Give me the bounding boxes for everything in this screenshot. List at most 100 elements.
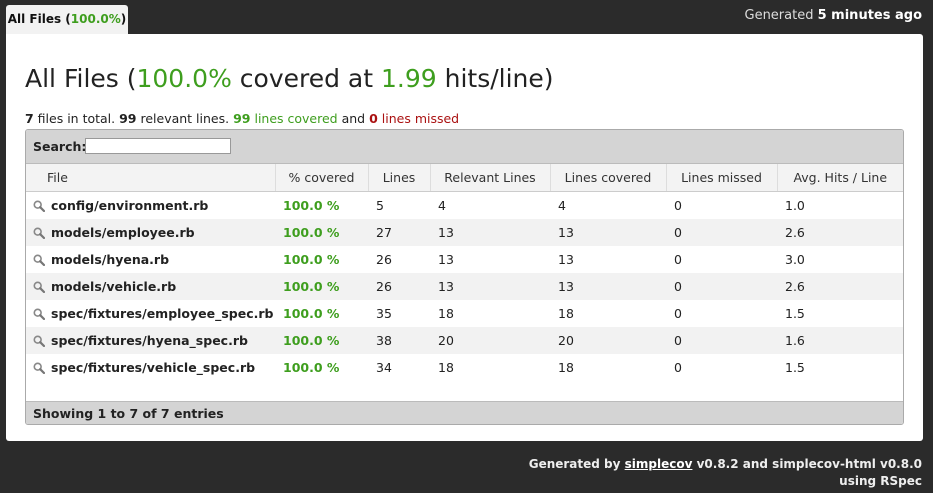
lines-cell: 26 [368, 246, 430, 273]
magnifier-icon[interactable] [33, 200, 46, 213]
file-link[interactable]: config/environment.rb [51, 198, 208, 213]
relevant-lines-cell: 18 [430, 300, 550, 327]
lines-missed-cell: 0 [666, 246, 777, 273]
lines-cell: 35 [368, 300, 430, 327]
file-cell: models/employee.rb [26, 219, 275, 246]
tab-percent: 100.0% [70, 12, 121, 26]
summary-missed: 0 [369, 111, 378, 126]
lines-covered-cell: 20 [550, 327, 666, 354]
table-row: models/vehicle.rb 100.0 % 26 13 13 0 2.6 [26, 273, 903, 300]
table-row: models/employee.rb 100.0 % 27 13 13 0 2.6 [26, 219, 903, 246]
credits-suffix: v0.8.2 and simplecov-html v0.8.0 [692, 457, 922, 471]
magnifier-icon[interactable] [33, 362, 46, 375]
lines-covered-cell: 18 [550, 354, 666, 381]
lines-covered-cell: 13 [550, 246, 666, 273]
magnifier-icon[interactable] [33, 254, 46, 267]
file-list-table: Search: File % covered Lines Relevant Li… [25, 129, 904, 425]
file-cell: spec/fixtures/vehicle_spec.rb [26, 354, 275, 381]
summary-covered: 99 [233, 111, 251, 126]
file-link[interactable]: models/employee.rb [51, 225, 195, 240]
avg-hits-cell: 3.0 [777, 246, 903, 273]
coverage-table: File % covered Lines Relevant Lines Line… [26, 164, 903, 381]
lines-missed-cell: 0 [666, 219, 777, 246]
relevant-lines-cell: 13 [430, 273, 550, 300]
simplecov-link[interactable]: simplecov [625, 457, 693, 471]
percent-covered-cell: 100.0 % [275, 300, 368, 327]
percent-covered-cell: 100.0 % [275, 273, 368, 300]
lines-cell: 38 [368, 327, 430, 354]
table-row: spec/fixtures/employee_spec.rb 100.0 % 35 1… [26, 300, 903, 327]
credits-line2: using RSpec [839, 474, 922, 488]
lines-covered-cell: 18 [550, 300, 666, 327]
summary-files-text: files in total. [33, 111, 120, 126]
avg-hits-cell: 2.6 [777, 219, 903, 246]
avg-hits-cell: 1.6 [777, 327, 903, 354]
table-row: models/hyena.rb 100.0 % 26 13 13 0 3.0 [26, 246, 903, 273]
file-link[interactable]: spec/fixtures/employee_spec.rb [51, 306, 274, 321]
lines-missed-cell: 0 [666, 300, 777, 327]
column-header-file[interactable]: File [26, 164, 276, 192]
file-cell: config/environment.rb [26, 191, 275, 219]
lines-covered-cell: 13 [550, 219, 666, 246]
title-suffix: hits/line) [436, 64, 554, 93]
avg-hits-cell: 1.5 [777, 300, 903, 327]
percent-covered-cell: 100.0 % [275, 246, 368, 273]
column-header-lines-covered[interactable]: Lines covered [550, 164, 667, 192]
relevant-lines-cell: 18 [430, 354, 550, 381]
file-cell: spec/fixtures/employee_spec.rb [26, 300, 275, 327]
main-panel: All Files (100.0% covered at 1.99 hits/l… [6, 34, 923, 441]
summary-relevant: 99 [119, 111, 137, 126]
table-row: config/environment.rb 100.0 % 5 4 4 0 1.0 [26, 191, 903, 219]
lines-missed-cell: 0 [666, 273, 777, 300]
avg-hits-cell: 2.6 [777, 273, 903, 300]
summary-relevant-text: relevant lines. [136, 111, 234, 126]
top-bar: All Files (100.0%) Generated 5 minutes a… [0, 0, 933, 34]
page-title: All Files (100.0% covered at 1.99 hits/l… [25, 64, 554, 93]
title-hits: 1.99 [381, 64, 437, 93]
lines-missed-cell: 0 [666, 327, 777, 354]
credits-prefix: Generated by [528, 457, 625, 471]
percent-covered-cell: 100.0 % [275, 191, 368, 219]
title-middle: covered at [231, 64, 381, 93]
generated-time: Generated 5 minutes ago [745, 8, 923, 23]
lines-cell: 27 [368, 219, 430, 246]
column-header-lines-missed[interactable]: Lines missed [666, 164, 778, 192]
magnifier-icon[interactable] [33, 308, 46, 321]
summary-covered-text: lines covered [250, 111, 338, 126]
tab-label: All Files [7, 12, 62, 26]
coverage-summary: 7 files in total. 99 relevant lines. 99 … [25, 111, 459, 126]
relevant-lines-cell: 20 [430, 327, 550, 354]
avg-hits-cell: 1.0 [777, 191, 903, 219]
generated-prefix: Generated [744, 8, 814, 23]
magnifier-icon[interactable] [33, 281, 46, 294]
column-header-avg-hits[interactable]: Avg. Hits / Line [777, 164, 903, 192]
credits: Generated by simplecov v0.8.2 and simple… [529, 456, 922, 490]
search-input[interactable] [85, 138, 231, 154]
file-link[interactable]: models/hyena.rb [51, 252, 169, 267]
file-cell: models/hyena.rb [26, 246, 275, 273]
percent-covered-cell: 100.0 % [275, 327, 368, 354]
table-header-row: File % covered Lines Relevant Lines Line… [26, 164, 903, 192]
table-info: Showing 1 to 7 of 7 entries [26, 401, 903, 424]
column-header-lines[interactable]: Lines [368, 164, 431, 192]
percent-covered-cell: 100.0 % [275, 354, 368, 381]
lines-cell: 26 [368, 273, 430, 300]
file-link[interactable]: spec/fixtures/hyena_spec.rb [51, 333, 248, 348]
magnifier-icon[interactable] [33, 335, 46, 348]
magnifier-icon[interactable] [33, 227, 46, 240]
lines-covered-cell: 4 [550, 191, 666, 219]
tab-all-files[interactable]: All Files (100.0%) [6, 5, 128, 34]
relevant-lines-cell: 4 [430, 191, 550, 219]
summary-and: and [337, 111, 370, 126]
column-header-relevant-lines[interactable]: Relevant Lines [430, 164, 551, 192]
file-cell: models/vehicle.rb [26, 273, 275, 300]
column-header-percent-covered[interactable]: % covered [275, 164, 369, 192]
lines-cell: 34 [368, 354, 430, 381]
file-link[interactable]: models/vehicle.rb [51, 279, 176, 294]
lines-missed-cell: 0 [666, 354, 777, 381]
file-link[interactable]: spec/fixtures/vehicle_spec.rb [51, 360, 255, 375]
percent-covered-cell: 100.0 % [275, 219, 368, 246]
summary-files: 7 [25, 111, 34, 126]
generated-when: 5 minutes ago [817, 8, 922, 23]
credits-line1: Generated by simplecov v0.8.2 and simple… [529, 456, 922, 473]
